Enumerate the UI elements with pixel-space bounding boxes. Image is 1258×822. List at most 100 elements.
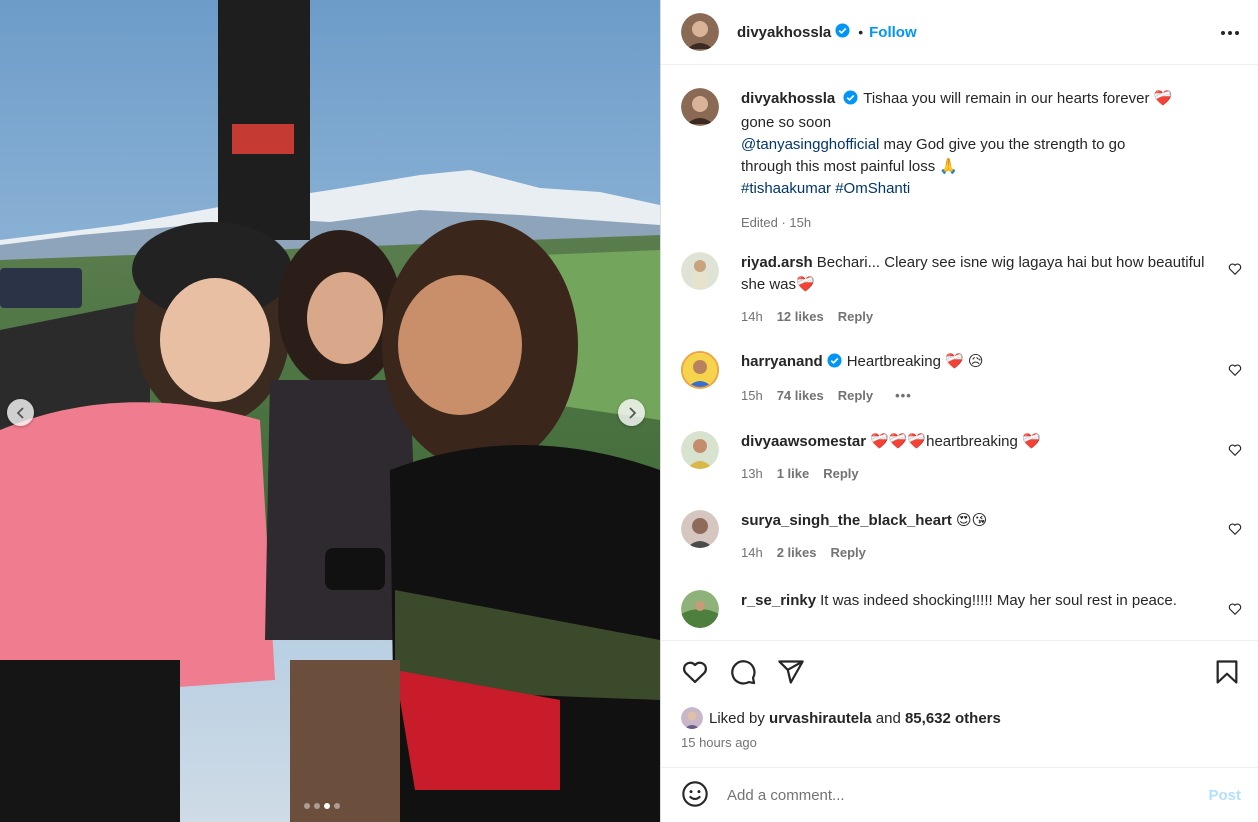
comment-likes[interactable]: 1 like — [777, 463, 810, 485]
mention-link[interactable]: @tanyasingghofficial — [741, 136, 879, 153]
carousel-dot — [304, 803, 310, 809]
hashtag-links[interactable]: #tishaakumar #OmShanti — [741, 178, 1211, 200]
caption-text-line3: may God give you the strength to go — [879, 136, 1126, 153]
like-comment-button[interactable] — [1228, 602, 1242, 619]
caption-meta: Edited · 15h — [741, 215, 812, 230]
comment-button[interactable] — [729, 658, 757, 689]
caption-text-line2: gone so soon — [741, 114, 832, 131]
avatar-image — [681, 13, 719, 51]
verified-badge-icon — [827, 353, 842, 375]
commenter-avatar[interactable] — [681, 431, 719, 469]
more-horizontal-icon — [1221, 31, 1239, 35]
caption-author-avatar[interactable] — [681, 88, 719, 126]
caption-text-line1: Tishaa you will remain in our hearts for… — [863, 90, 1173, 107]
reply-button[interactable]: Reply — [838, 306, 873, 328]
post-detail-panel: divyakhossla • Follow divyakhossla Tisha… — [660, 0, 1258, 822]
comment-options-button[interactable]: ••• — [895, 385, 912, 407]
post-timestamp[interactable]: 15 hours ago — [681, 735, 757, 750]
follow-button[interactable]: Follow — [869, 24, 917, 41]
comment-composer: Post — [661, 767, 1258, 822]
verified-badge-icon — [843, 90, 858, 112]
comment-item: divyaawsomestar ❤️‍🩹❤️‍🩹❤️‍🩹heartbreaking… — [681, 431, 1242, 485]
commenter-avatar[interactable] — [681, 510, 719, 548]
avatar-image — [681, 590, 719, 628]
commenter-avatar[interactable] — [681, 590, 719, 628]
like-button[interactable] — [681, 658, 709, 689]
verified-badge-icon — [835, 23, 850, 41]
heart-outline-icon — [1228, 263, 1242, 276]
comment-likes[interactable]: 2 likes — [777, 542, 817, 564]
comment-item: surya_singh_the_black_heart 😍😘 14h 2 likes… — [681, 510, 1242, 564]
post-actions: Liked by urvashirautela and 85,632 other… — [661, 640, 1258, 770]
comment-username[interactable]: divyaawsomestar — [741, 433, 866, 450]
emoji-button[interactable] — [681, 780, 709, 811]
liked-by-others[interactable]: 85,632 others — [905, 710, 1001, 727]
liked-by-prefix: Liked by — [709, 709, 765, 727]
comment-text: ❤️‍🩹❤️‍🩹❤️‍🩹heartbreaking ❤️‍🩹 — [870, 433, 1041, 450]
comment-text: 😍😘 — [955, 512, 988, 529]
heart-outline-icon — [1228, 523, 1242, 536]
comment-item: harryanand Heartbreaking ❤️‍🩹 😥 15h 74 lik… — [681, 351, 1242, 407]
comments-list[interactable]: divyakhossla Tishaa you will remain in ou… — [661, 66, 1258, 639]
carousel-dot — [334, 803, 340, 809]
comment-username[interactable]: riyad.arsh — [741, 254, 813, 271]
liked-by-user[interactable]: urvashirautela — [769, 710, 872, 727]
chevron-right-icon — [628, 406, 636, 419]
chevron-left-icon — [16, 406, 24, 419]
avatar-image — [683, 353, 717, 387]
heart-outline-icon — [1228, 444, 1242, 457]
like-comment-button[interactable] — [1228, 363, 1242, 380]
save-button[interactable] — [1213, 658, 1241, 689]
avatar-image — [681, 510, 719, 548]
comment-username[interactable]: r_se_rinky — [741, 592, 816, 609]
like-comment-button[interactable] — [1228, 262, 1242, 279]
paper-plane-icon — [778, 660, 804, 684]
comment-time: 15h — [741, 388, 763, 403]
emoji-smile-icon — [682, 780, 708, 807]
post-header: divyakhossla • Follow — [661, 0, 1258, 65]
reply-button[interactable]: Reply — [830, 542, 865, 564]
comment-input[interactable] — [727, 786, 1167, 804]
like-comment-button[interactable] — [1228, 522, 1242, 539]
avatar-image — [681, 252, 719, 290]
separator-dot: • — [858, 24, 864, 40]
more-options-button[interactable] — [1219, 22, 1241, 47]
author-avatar[interactable] — [681, 13, 719, 51]
avatar-image — [681, 707, 703, 729]
likes-summary: Liked by urvashirautela and 85,632 other… — [681, 707, 1001, 729]
avatar-image — [681, 431, 719, 469]
comment-likes[interactable]: 12 likes — [777, 306, 824, 328]
carousel-dot — [314, 803, 320, 809]
comment-bubble-icon — [731, 660, 756, 685]
post-comment-button[interactable]: Post — [1208, 787, 1241, 804]
heart-outline-icon — [1228, 364, 1242, 377]
commenter-avatar[interactable] — [681, 351, 719, 389]
reply-button[interactable]: Reply — [823, 463, 858, 485]
liked-by-and: and — [875, 709, 901, 727]
comment-time: 14h — [741, 545, 763, 560]
comment-text: It was indeed shocking!!!!! May her soul… — [820, 592, 1177, 609]
caption-username[interactable]: divyakhossla — [741, 90, 835, 107]
liker-avatar[interactable] — [681, 707, 703, 729]
carousel-prev-button[interactable] — [7, 399, 34, 426]
like-comment-button[interactable] — [1228, 443, 1242, 460]
bookmark-icon — [1216, 660, 1238, 684]
post-media[interactable] — [0, 0, 660, 822]
comment-item: riyad.arsh Bechari... Cleary see isne wig… — [681, 252, 1242, 328]
carousel-dot-active — [324, 803, 330, 809]
comment-likes[interactable]: 74 likes — [777, 385, 824, 407]
heart-icon — [682, 661, 708, 684]
author-username[interactable]: divyakhossla — [737, 24, 831, 41]
caption-text-line4: through this most painful loss 🙏 — [741, 158, 959, 175]
comment-item: r_se_rinky It was indeed shocking!!!!! Ma… — [681, 590, 1242, 628]
carousel-next-button[interactable] — [618, 399, 645, 426]
share-button[interactable] — [777, 658, 805, 689]
avatar-image — [681, 88, 719, 126]
heart-outline-icon — [1228, 603, 1242, 616]
comment-time: 13h — [741, 466, 763, 481]
commenter-avatar[interactable] — [681, 252, 719, 290]
comment-time: 14h — [741, 309, 763, 324]
reply-button[interactable]: Reply — [838, 385, 873, 407]
comment-username[interactable]: harryanand — [741, 353, 823, 370]
comment-username[interactable]: surya_singh_the_black_heart — [741, 512, 952, 529]
